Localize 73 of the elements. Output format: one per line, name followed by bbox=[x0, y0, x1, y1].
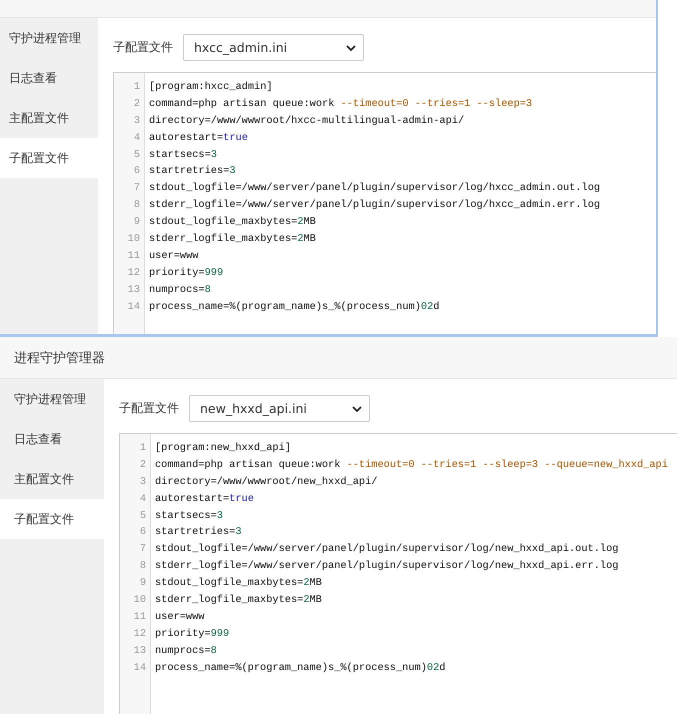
sidebar-item[interactable]: 守护进程管理 bbox=[0, 18, 98, 58]
code-line: user=www bbox=[155, 610, 206, 625]
line-number: 2 bbox=[132, 96, 141, 112]
code-line: stdout_logfile=/www/server/panel/plugin/supervisor/log/new_hxxd_api.out.log bbox=[155, 542, 620, 558]
sidebar-item[interactable]: 主配置文件 bbox=[0, 98, 98, 138]
code-line: user=www bbox=[149, 248, 200, 264]
line-number: 6 bbox=[138, 525, 147, 540]
line-number: 10 bbox=[132, 593, 147, 608]
code-line: process_name=%(program_name)s_%(process_num)02d bbox=[149, 300, 440, 315]
code-line: directory=/www/wwwroot/new_hxxd_api/ bbox=[155, 474, 378, 490]
line-number: 1 bbox=[138, 441, 147, 456]
window-title: 进程守护管理器 bbox=[14, 350, 105, 366]
line-number: 8 bbox=[138, 559, 147, 574]
sidebar-item[interactable]: 日志查看 bbox=[0, 419, 104, 459]
code-line: autorestart=true bbox=[149, 130, 249, 146]
code-line: numprocs=8 bbox=[155, 644, 218, 659]
line-number: 11 bbox=[132, 610, 147, 625]
code-line: process_name=%(program_name)s_%(process_num)02d bbox=[155, 660, 446, 676]
code-line: startretries=3 bbox=[149, 164, 237, 180]
line-number: 4 bbox=[132, 130, 141, 146]
code-line: startretries=3 bbox=[155, 525, 243, 540]
code-line: stderr_logfile_maxbytes=2MB bbox=[149, 232, 317, 248]
config-file-dropdown[interactable]: new_hxxd_api.ini bbox=[189, 395, 370, 422]
config-file-dropdown[interactable]: hxcc_admin.ini bbox=[183, 34, 364, 61]
sidebar-item[interactable]: 子配置文件 bbox=[0, 499, 104, 539]
sidebar-item[interactable]: 子配置文件 bbox=[0, 138, 98, 178]
line-number: 3 bbox=[138, 474, 147, 490]
code-line: stdout_logfile=/www/server/panel/plugin/supervisor/log/hxcc_admin.out.log bbox=[149, 181, 600, 196]
line-number: 12 bbox=[126, 266, 141, 281]
code-line: command=php artisan queue:work --timeout=0 --tries=1 --sleep=3 --queue=new_hxxd_api bbox=[155, 458, 668, 473]
line-number: 13 bbox=[132, 644, 147, 659]
line-number: 7 bbox=[138, 542, 147, 558]
line-number: 14 bbox=[126, 300, 141, 315]
code-line: [program:new_hxxd_api] bbox=[155, 441, 292, 456]
line-number: 2 bbox=[138, 458, 147, 473]
caret-icon bbox=[346, 44, 356, 50]
code-line: startsecs=3 bbox=[149, 148, 218, 163]
line-number: 10 bbox=[126, 232, 141, 248]
code-line: stderr_logfile=/www/server/panel/plugin/supervisor/log/hxcc_admin.err.log bbox=[149, 198, 600, 214]
code-line: directory=/www/wwwroot/hxcc-multilingual-admin-api/ bbox=[149, 114, 466, 129]
line-number: 8 bbox=[132, 198, 141, 214]
code-editor[interactable] bbox=[113, 72, 656, 334]
code-line: command=php artisan queue:work --timeout=0 --tries=1 --sleep=3 bbox=[149, 96, 534, 112]
code-line: priority=999 bbox=[155, 626, 230, 642]
line-number: 5 bbox=[132, 148, 141, 163]
line-number: 3 bbox=[132, 114, 141, 129]
line-number: 6 bbox=[132, 164, 141, 180]
sidebar-item[interactable]: 日志查看 bbox=[0, 58, 98, 98]
code-line: stdout_logfile_maxbytes=2MB bbox=[155, 576, 323, 592]
line-number: 11 bbox=[126, 248, 141, 264]
code-line: stderr_logfile=/www/server/panel/plugin/supervisor/log/new_hxxd_api.err.log bbox=[155, 559, 620, 574]
code-line: priority=999 bbox=[149, 266, 224, 281]
sidebar-item[interactable]: 守护进程管理 bbox=[0, 379, 104, 419]
line-number: 14 bbox=[132, 660, 147, 676]
line-number: 7 bbox=[132, 181, 141, 196]
field-label: 子配置文件 bbox=[119, 400, 179, 417]
code-editor[interactable] bbox=[119, 433, 677, 714]
code-line: numprocs=8 bbox=[149, 282, 212, 298]
line-number: 5 bbox=[138, 508, 147, 524]
sidebar-item[interactable]: 主配置文件 bbox=[0, 459, 104, 499]
caret-icon bbox=[352, 406, 362, 412]
code-line: [program:hxcc_admin] bbox=[149, 80, 274, 95]
code-line: startsecs=3 bbox=[155, 508, 224, 524]
line-number: 13 bbox=[126, 282, 141, 298]
line-number: 4 bbox=[138, 492, 147, 507]
line-number: 12 bbox=[132, 626, 147, 642]
line-number: 9 bbox=[138, 576, 147, 592]
code-line: stdout_logfile_maxbytes=2MB bbox=[149, 215, 317, 230]
code-line: stderr_logfile_maxbytes=2MB bbox=[155, 593, 323, 608]
code-line: autorestart=true bbox=[155, 492, 255, 507]
line-number: 1 bbox=[132, 80, 141, 95]
field-label: 子配置文件 bbox=[113, 39, 173, 56]
line-number: 9 bbox=[132, 215, 141, 230]
